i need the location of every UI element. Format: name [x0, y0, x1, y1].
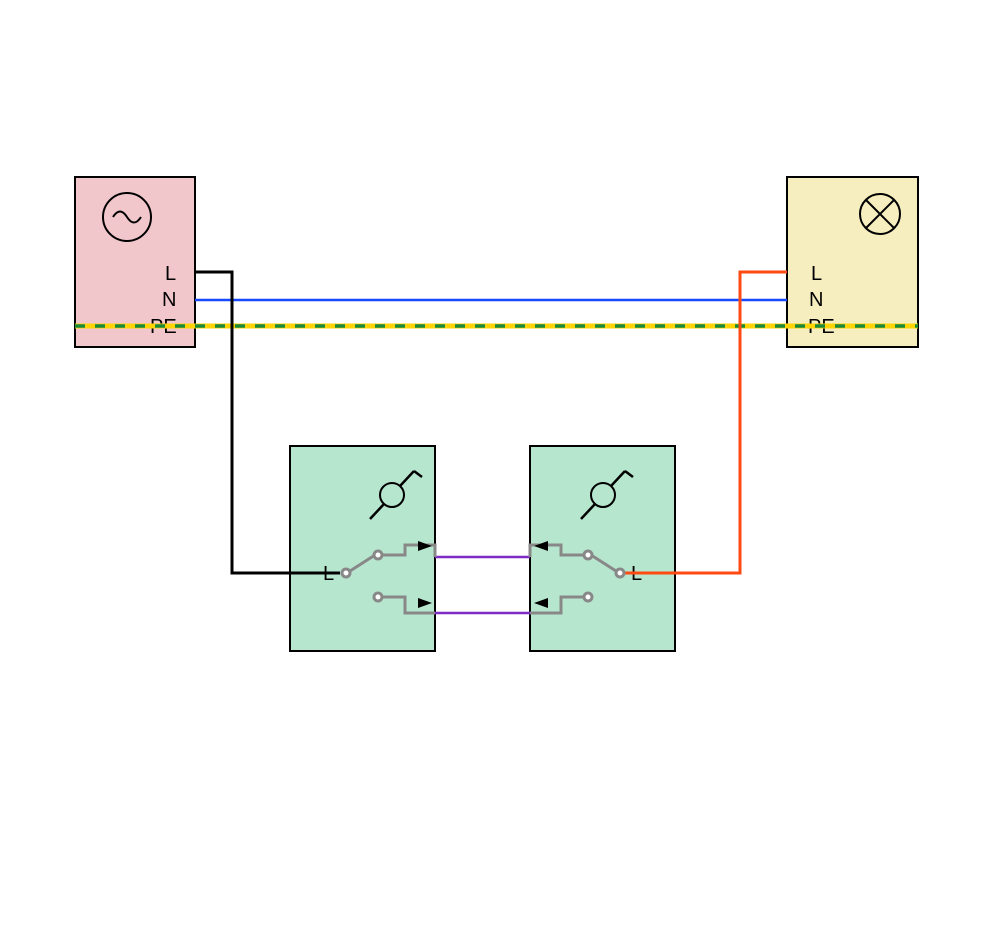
- source-L-label: L: [165, 263, 176, 285]
- source-N-label: N: [162, 289, 176, 311]
- source-block: L N PE: [75, 177, 195, 347]
- lamp-L-label: L: [811, 263, 822, 285]
- lamp-N-label: N: [809, 289, 823, 311]
- lamp-block: L N PE: [787, 177, 918, 347]
- switch-right-block: L: [530, 446, 675, 651]
- switch-left-block: L: [290, 446, 435, 651]
- wiring-diagram: L N PE L N PE L: [0, 0, 1000, 950]
